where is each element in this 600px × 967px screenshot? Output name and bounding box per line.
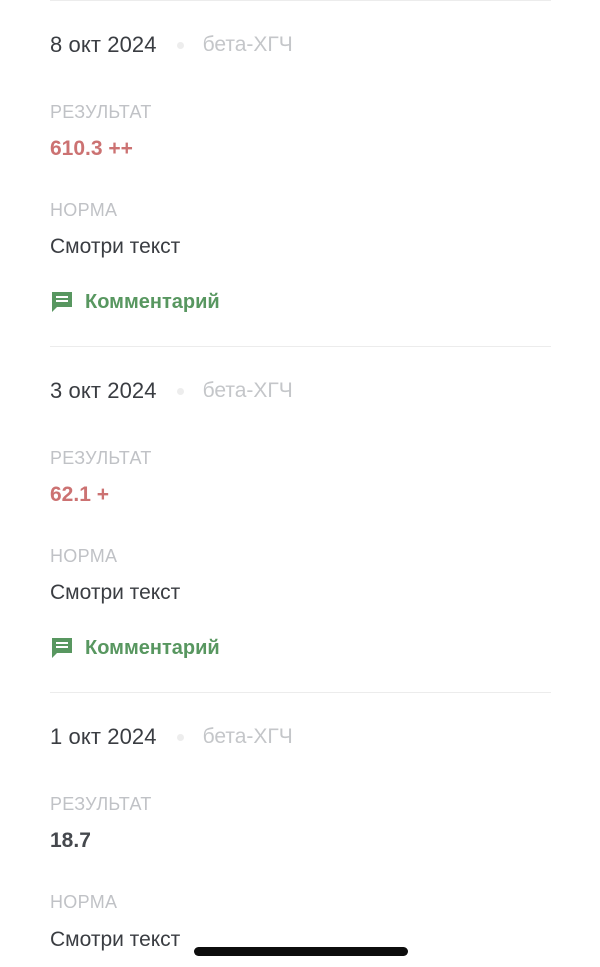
test-name: бета-ХГЧ bbox=[202, 725, 293, 748]
norm-label: НОРМА bbox=[50, 546, 118, 566]
entry-header: 1 окт 2024 бета-ХГЧ bbox=[50, 724, 293, 750]
result-label: РЕЗУЛЬТАТ bbox=[50, 102, 152, 122]
test-name: бета-ХГЧ bbox=[202, 33, 293, 56]
entry-date: 1 окт 2024 bbox=[50, 724, 157, 749]
norm-value: Смотри текст bbox=[50, 581, 181, 604]
separator-dot bbox=[176, 387, 184, 395]
comment-label: Комментарий bbox=[85, 290, 220, 313]
result-value: 62.1 + bbox=[50, 483, 109, 506]
home-indicator[interactable] bbox=[194, 947, 408, 956]
comment-button[interactable]: Комментарий bbox=[50, 290, 220, 314]
result-label: РЕЗУЛЬТАТ bbox=[50, 448, 152, 468]
separator-dot bbox=[176, 733, 184, 741]
entry-divider bbox=[50, 346, 551, 347]
norm-label: НОРМА bbox=[50, 892, 118, 912]
entry-date: 3 окт 2024 bbox=[50, 378, 157, 403]
entry-header: 3 окт 2024 бета-ХГЧ bbox=[50, 378, 293, 404]
test-name: бета-ХГЧ bbox=[202, 379, 293, 402]
entry-date: 8 окт 2024 bbox=[50, 32, 157, 57]
norm-value: Смотри текст bbox=[50, 235, 181, 258]
norm-value: Смотри текст bbox=[50, 928, 181, 951]
norm-label: НОРМА bbox=[50, 200, 118, 220]
entry-header: 8 окт 2024 бета-ХГЧ bbox=[50, 32, 293, 58]
entry-divider bbox=[50, 692, 551, 693]
comment-button[interactable]: Комментарий bbox=[50, 636, 220, 660]
result-label: РЕЗУЛЬТАТ bbox=[50, 794, 152, 814]
result-value: 610.3 ++ bbox=[50, 137, 133, 160]
comment-label: Комментарий bbox=[85, 636, 220, 659]
result-value: 18.7 bbox=[50, 829, 91, 852]
comment-icon bbox=[52, 292, 72, 312]
top-divider bbox=[50, 0, 551, 1]
separator-dot bbox=[176, 41, 184, 49]
comment-icon bbox=[52, 638, 72, 658]
